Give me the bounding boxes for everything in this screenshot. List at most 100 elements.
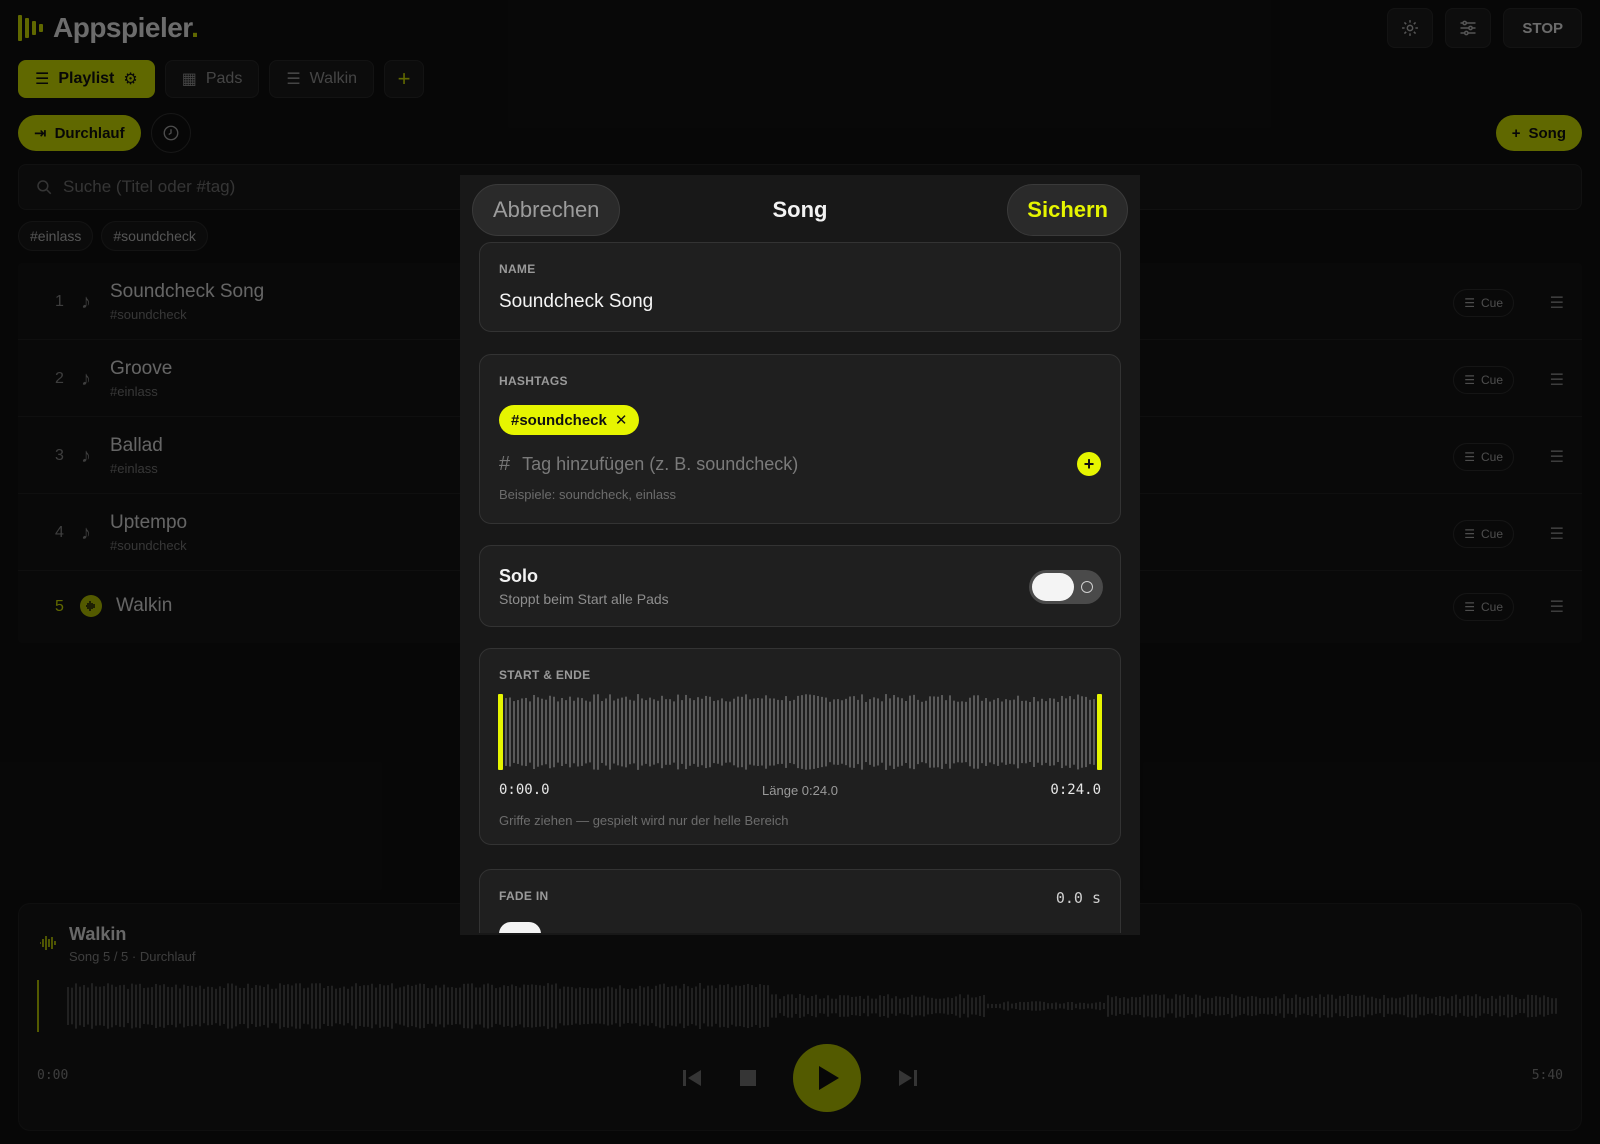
tag-filter-einlass[interactable]: #einlass [18, 221, 94, 251]
waveform-bar [547, 983, 549, 1029]
waveform-bar [111, 984, 113, 1028]
close-icon[interactable]: ✕ [615, 411, 628, 429]
waveform-bar [1395, 998, 1397, 1014]
player-waveform[interactable] [37, 976, 1563, 1036]
waveform-bar [693, 700, 695, 764]
solo-toggle[interactable] [1029, 570, 1103, 604]
add-tab-button[interactable]: + [384, 60, 425, 98]
cue-button[interactable]: ☰ Cue [1453, 593, 1514, 621]
stop-button[interactable]: STOP [1503, 8, 1582, 48]
sliders-icon[interactable]: ☰ [1550, 370, 1564, 390]
settings-button[interactable] [1387, 8, 1434, 48]
waveform-bar [575, 988, 577, 1024]
waveform-bar [551, 984, 553, 1028]
name-value[interactable]: Soundcheck Song [499, 291, 653, 313]
waveform-bar [1099, 1001, 1101, 1011]
stop-playback-button[interactable] [739, 1069, 757, 1087]
waveform-bar [1151, 994, 1153, 1018]
waveform-bar [789, 700, 791, 764]
toggle-knob [1032, 573, 1074, 601]
waveform-bar [1411, 994, 1413, 1018]
hashtag-chip[interactable]: #soundcheck ✕ [499, 405, 640, 435]
next-button[interactable] [897, 1067, 919, 1089]
sliders-icon[interactable]: ☰ [1550, 447, 1564, 467]
waveform-bar [415, 984, 417, 1028]
waveform-bar [383, 985, 385, 1027]
hashtag-chip-label: #soundcheck [511, 411, 607, 429]
dialog-scroll-area[interactable]: Abbrechen Song Sichern NAME Soundcheck S… [460, 175, 1140, 933]
now-playing-icon [80, 595, 102, 617]
waveform-bar [969, 697, 971, 767]
waveform-bar [143, 988, 145, 1024]
waveform-bar [331, 985, 333, 1027]
waveform-bar [859, 995, 861, 1017]
cue-button[interactable]: ☰ Cue [1453, 289, 1514, 317]
waveform-bar [1077, 694, 1079, 770]
waveform-bar [1155, 994, 1157, 1018]
waveform-bar [1139, 996, 1141, 1016]
cue-button[interactable]: ☰ Cue [1453, 366, 1514, 394]
history-button[interactable] [150, 113, 191, 153]
trim-waveform[interactable] [497, 694, 1103, 770]
dialog-header: Abbrechen Song Sichern [472, 184, 1128, 236]
fade-in-label: FADE IN [499, 889, 549, 903]
trim-end-handle[interactable] [1097, 694, 1102, 770]
waveform-bar [1231, 994, 1233, 1018]
playhead[interactable] [37, 980, 39, 1032]
waveform-bar [387, 985, 389, 1027]
cue-button[interactable]: ☰ Cue [1453, 520, 1514, 548]
waveform-bar [973, 695, 975, 769]
waveform-bar [147, 987, 149, 1025]
mixer-button[interactable] [1445, 8, 1492, 48]
hashtag-input[interactable]: # Tag hinzufügen (z. B. soundcheck) + [499, 449, 1101, 479]
waveform-bar [917, 699, 919, 765]
song-number: 4 [55, 524, 64, 541]
waveform-bar [781, 700, 783, 764]
waveform-bar [971, 997, 973, 1015]
previous-button[interactable] [681, 1067, 703, 1089]
waveform-bar [511, 984, 513, 1028]
tag-filter-soundcheck[interactable]: #soundcheck [101, 221, 208, 251]
waveform-bar [939, 998, 941, 1014]
name-field[interactable]: NAME Soundcheck Song [479, 242, 1121, 332]
waveform-bar [155, 983, 157, 1029]
waveform-bar [1539, 997, 1541, 1015]
waveform-bar [1407, 994, 1409, 1018]
gear-icon[interactable]: ⚙ [123, 69, 137, 89]
save-button[interactable]: Sichern [1007, 184, 1128, 236]
tab-playlist[interactable]: ☰ Playlist ⚙ [18, 60, 155, 98]
cue-button[interactable]: ☰ Cue [1453, 443, 1514, 471]
waveform-bar [1003, 1002, 1005, 1010]
waveform-bar [103, 986, 105, 1026]
tab-pads[interactable]: ▦ Pads [164, 60, 260, 98]
waveform-bar [451, 987, 453, 1025]
add-hashtag-button[interactable]: + [1077, 452, 1101, 476]
waveform-bar [1367, 997, 1369, 1015]
waveform-bar [1299, 997, 1301, 1015]
waveform-bar [1271, 998, 1273, 1014]
play-button[interactable] [793, 1044, 861, 1112]
trim-start-handle[interactable] [498, 694, 503, 770]
waveform-bar [663, 983, 665, 1029]
waveform-bar [1061, 695, 1063, 769]
waveform-bar [793, 699, 795, 765]
sliders-icon[interactable]: ☰ [1550, 597, 1564, 617]
waveform-bar [259, 985, 261, 1027]
waveform-bar [1291, 997, 1293, 1015]
sliders-icon[interactable]: ☰ [1550, 524, 1564, 544]
waveform-bar [115, 986, 117, 1026]
name-label: NAME [499, 262, 536, 276]
waveform-bar [953, 700, 955, 764]
fade-in-slider[interactable] [499, 922, 541, 933]
sliders-icon[interactable]: ☰ [1550, 293, 1564, 313]
tab-walkin[interactable]: ☰ Walkin [269, 60, 375, 98]
waveform-bar [901, 698, 903, 766]
add-song-button[interactable]: + Song [1495, 115, 1582, 151]
solo-section: Solo Stoppt beim Start alle Pads [479, 545, 1121, 627]
waveform-bar [1039, 1001, 1041, 1011]
list-icon: ☰ [1464, 527, 1475, 541]
waveform-bar [1303, 998, 1305, 1014]
run-mode-button[interactable]: ⇥ Durchlauf [18, 115, 141, 151]
waveform-bar [729, 701, 731, 763]
waveform-bar [797, 695, 799, 769]
